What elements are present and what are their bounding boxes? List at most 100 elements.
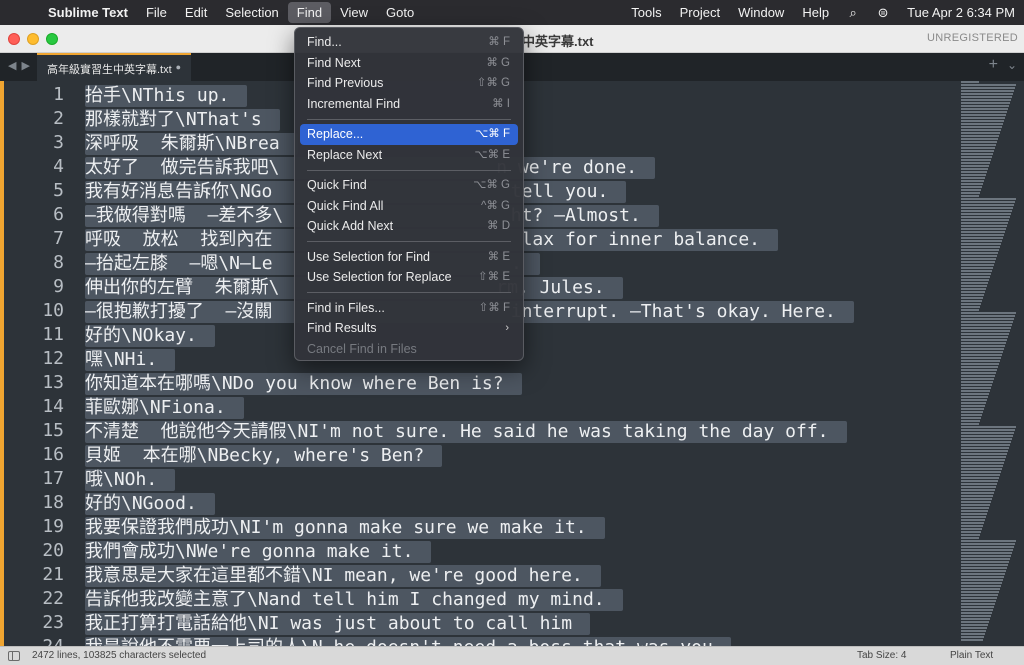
- line-number: 21: [42, 564, 64, 585]
- menu-item-use-selection-replace[interactable]: Use Selection for Replace ⇧⌘ E: [300, 267, 518, 288]
- spotlight-search-icon[interactable]: ⌕: [838, 5, 868, 21]
- menu-find[interactable]: Find: [287, 2, 332, 23]
- editor-line[interactable]: 20 我們會成功\NWe're gonna make it.: [0, 539, 958, 563]
- menu-help[interactable]: Help: [793, 2, 838, 23]
- line-text[interactable]: 告訴他我改變主意了\Nand tell him I changed my min…: [85, 589, 623, 611]
- sidebar-toggle-icon[interactable]: [8, 651, 20, 661]
- minimap-line: [961, 306, 980, 308]
- line-text[interactable]: 我是說他不需要一上司的人\N he doesn't need a boss th…: [85, 637, 731, 646]
- editor-line[interactable]: 22 告訴他我改變主意了\Nand tell him I changed my m…: [0, 587, 958, 611]
- line-number: 20: [42, 540, 64, 561]
- menu-item-find-results[interactable]: Find Results ›: [300, 318, 518, 339]
- control-center-icon[interactable]: ⊜: [868, 5, 898, 21]
- editor-line[interactable]: 17 哦\NOh.: [0, 467, 958, 491]
- editor-line[interactable]: 13 你知道本在哪嗎\NDo you know where Ben is?: [0, 371, 958, 395]
- minimap-line: [961, 396, 988, 398]
- minimap-line: [961, 375, 995, 377]
- menu-project[interactable]: Project: [671, 2, 729, 23]
- minimap-line: [961, 354, 1002, 356]
- tab-back-icon[interactable]: ◀: [8, 59, 16, 72]
- minimap-line: [961, 366, 998, 368]
- editor-line[interactable]: 24 我是說他不需要一上司的人\N he doesn't need a boss …: [0, 635, 958, 646]
- clock[interactable]: Tue Apr 2 6:34 PM: [898, 2, 1024, 23]
- zoom-window-button[interactable]: [46, 33, 58, 45]
- menu-item-label: Find Next: [307, 55, 361, 70]
- shortcut-label: ⌘ I: [492, 97, 510, 110]
- minimap-line: [961, 135, 999, 137]
- minimap-line: [961, 300, 982, 302]
- menu-item-find[interactable]: Find... ⌘ F: [300, 32, 518, 53]
- editor-line[interactable]: 19 我要保證我們成功\NI'm gonna make sure we make …: [0, 515, 958, 539]
- minimap-line: [961, 501, 991, 503]
- menu-item-quick-find-all[interactable]: Quick Find All ^⌘ G: [300, 196, 518, 217]
- tab-forward-icon[interactable]: ▶: [21, 59, 29, 72]
- menu-goto[interactable]: Goto: [377, 2, 423, 23]
- line-text[interactable]: 嘿\NHi.: [85, 349, 176, 371]
- line-text[interactable]: 深呼吸 朱爾斯\NBrea: [85, 133, 298, 155]
- editor-line[interactable]: 15 不清楚 他說他今天請假\NI'm not sure. He said he …: [0, 419, 958, 443]
- line-text[interactable]: 我意思是大家在這里都不錯\NI mean, we're good here.: [85, 565, 601, 587]
- minimap-line: [961, 492, 994, 494]
- menu-item-find-in-files[interactable]: Find in Files... ⇧⌘ F: [300, 298, 518, 319]
- minimap-line: [961, 219, 1009, 221]
- line-text[interactable]: 好的\NOkay.: [85, 325, 215, 347]
- app-menu[interactable]: Sublime Text: [44, 2, 137, 23]
- minimap-line: [961, 273, 991, 275]
- line-text[interactable]: 好的\NGood.: [85, 493, 215, 515]
- close-window-button[interactable]: [8, 33, 20, 45]
- minimap-line: [961, 159, 991, 161]
- menu-item-quick-find[interactable]: Quick Find ⌥⌘ G: [300, 175, 518, 196]
- editor-line[interactable]: 18 好的\NGood.: [0, 491, 958, 515]
- minimap-line: [961, 438, 1012, 440]
- menu-item-quick-add-next[interactable]: Quick Add Next ⌘ D: [300, 216, 518, 237]
- minimap-line: [961, 90, 1014, 92]
- tab-size-selector[interactable]: Tab Size: 4: [857, 650, 906, 661]
- menu-window[interactable]: Window: [729, 2, 793, 23]
- minimize-window-button[interactable]: [27, 33, 39, 45]
- editor-line[interactable]: 23 我正打算打電話給他\NI was just about to call hi…: [0, 611, 958, 635]
- line-text[interactable]: 哦\NOh.: [85, 469, 176, 491]
- line-text[interactable]: 你知道本在哪嗎\NDo you know where Ben is?: [85, 373, 522, 395]
- editor-line[interactable]: 21 我意思是大家在這里都不錯\NI mean, we're good here.: [0, 563, 958, 587]
- modified-dot-icon[interactable]: ●: [176, 62, 181, 72]
- menu-tools[interactable]: Tools: [622, 2, 670, 23]
- menu-edit[interactable]: Edit: [176, 2, 216, 23]
- minimap-line: [961, 540, 1016, 542]
- line-text[interactable]: 我正打算打電話給他\NI was just about to call him: [85, 613, 591, 635]
- minimap-line: [961, 228, 1006, 230]
- tab-overflow-icon[interactable]: ⌄: [1007, 58, 1017, 72]
- menu-item-label: Find in Files...: [307, 300, 385, 315]
- line-text[interactable]: 我們會成功\NWe're gonna make it.: [85, 541, 432, 563]
- menu-item-label: Use Selection for Find: [307, 249, 430, 264]
- minimap-line: [961, 114, 1006, 116]
- menu-item-replace[interactable]: Replace... ⌥⌘ F: [300, 124, 518, 145]
- line-text[interactable]: 那樣就對了\NThat's: [85, 109, 280, 131]
- menu-item-incremental-find[interactable]: Incremental Find ⌘ I: [300, 94, 518, 115]
- line-text[interactable]: 不清楚 他說他今天請假\NI'm not sure. He said he wa…: [85, 421, 847, 443]
- line-text[interactable]: 抬手\NThis up.: [85, 85, 248, 107]
- menu-item-find-next[interactable]: Find Next ⌘ G: [300, 53, 518, 74]
- minimap-line: [961, 336, 1008, 338]
- line-text[interactable]: 菲歐娜\NFiona.: [85, 397, 244, 419]
- menu-item-use-selection-find[interactable]: Use Selection for Find ⌘ E: [300, 247, 518, 268]
- line-text[interactable]: 貝姬 本在哪\NBecky, where's Ben?: [85, 445, 443, 467]
- minimap-line: [961, 102, 1010, 104]
- line-text[interactable]: 我要保證我們成功\NI'm gonna make sure we make it…: [85, 517, 605, 539]
- minimap-line: [961, 252, 998, 254]
- minimap-line: [961, 498, 992, 500]
- menu-item-find-previous[interactable]: Find Previous ⇧⌘ G: [300, 73, 518, 94]
- menu-item-label: Replace...: [307, 127, 364, 141]
- minimap[interactable]: [958, 81, 1024, 646]
- file-tab[interactable]: 高年級實習生中英字幕.txt ●: [37, 53, 191, 81]
- editor-line[interactable]: 16 貝姬 本在哪\NBecky, where's Ben?: [0, 443, 958, 467]
- menu-view[interactable]: View: [331, 2, 377, 23]
- menu-item-replace-next[interactable]: Replace Next ⌥⌘ E: [300, 145, 518, 166]
- minimap-line: [961, 282, 988, 284]
- syntax-selector[interactable]: Plain Text: [950, 650, 993, 661]
- minimap-line: [961, 600, 996, 602]
- editor-line[interactable]: 14 菲歐娜\NFiona.: [0, 395, 958, 419]
- menu-file[interactable]: File: [137, 2, 176, 23]
- new-tab-icon[interactable]: +: [989, 56, 998, 74]
- minimap-line: [961, 183, 983, 185]
- menu-selection[interactable]: Selection: [216, 2, 287, 23]
